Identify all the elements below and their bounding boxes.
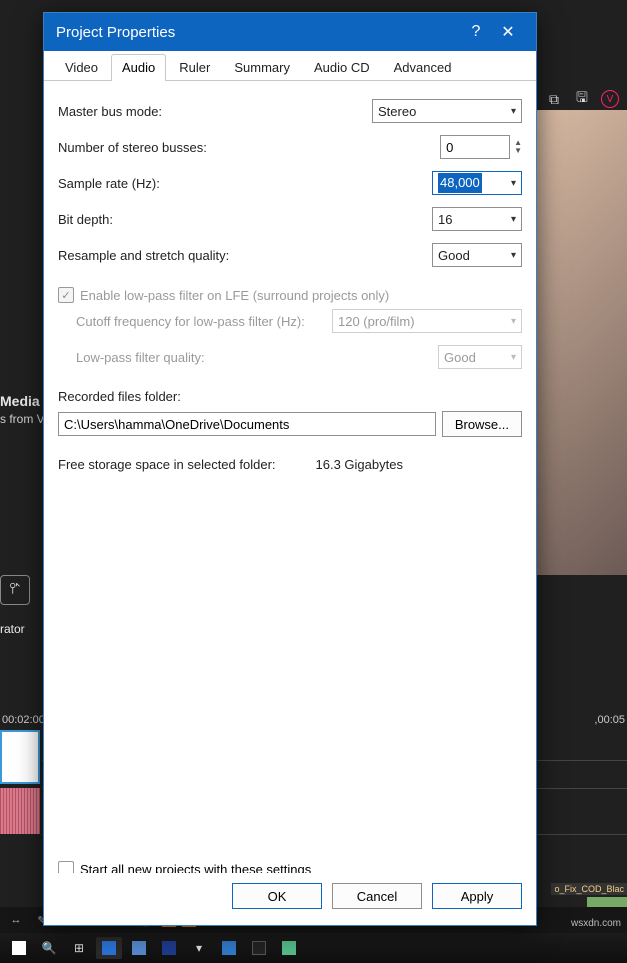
generator-label: rator (0, 622, 25, 636)
app-pinned[interactable]: ▾ (186, 937, 212, 959)
timeline-tick-right: ,00:05 (594, 714, 625, 726)
app-pinned[interactable] (126, 937, 152, 959)
tab-ruler[interactable]: Ruler (168, 54, 221, 81)
tab-audio-cd[interactable]: Audio CD (303, 54, 381, 81)
resample-value: Good (438, 248, 470, 263)
dialog-body: Master bus mode: Stereo ▾ Number of ster… (44, 81, 536, 532)
chevron-down-icon: ▾ (511, 316, 516, 327)
chevron-down-icon: ▾ (511, 250, 516, 261)
help-icon[interactable]: ? (460, 16, 492, 48)
dialog-title: Project Properties (56, 24, 175, 41)
timeline-tick-left: 00:02:00 (2, 714, 45, 726)
master-bus-combo[interactable]: Stereo ▾ (372, 99, 522, 123)
recorded-folder-label: Recorded files folder: (58, 389, 522, 404)
tabs-row: Video Audio Ruler Summary Audio CD Advan… (44, 51, 536, 81)
record-icon[interactable]: V (601, 90, 619, 108)
free-space-value: 16.3 Gigabytes (316, 457, 403, 472)
lfe-quality-label: Low-pass filter quality: (76, 350, 438, 365)
master-bus-value: Stereo (378, 104, 416, 119)
ok-button[interactable]: OK (232, 883, 322, 909)
lfe-quality-combo: Good ▾ (438, 345, 522, 369)
panel-title-media: Media (0, 393, 40, 409)
timeline-clip-wave[interactable] (0, 788, 40, 834)
bit-depth-combo[interactable]: 16 ▾ (432, 207, 522, 231)
app-pinned[interactable] (216, 937, 242, 959)
close-icon[interactable]: ✕ (492, 16, 524, 48)
chevron-down-icon: ▼ (514, 147, 522, 155)
taskbar: 🔍 ⊞ ▾ (0, 933, 627, 963)
tool-icon[interactable]: ↔ (6, 911, 26, 929)
chevron-down-icon: ▾ (511, 214, 516, 225)
lfe-enable-label: Enable low-pass filter on LFE (surround … (80, 288, 389, 303)
copy-icon[interactable]: ⧉ (545, 90, 563, 108)
chevron-down-icon: ▾ (511, 106, 516, 117)
dialog-titlebar: Project Properties ? ✕ (44, 13, 536, 51)
chevron-down-icon: ▾ (511, 178, 516, 189)
cancel-button[interactable]: Cancel (332, 883, 422, 909)
app-pinned[interactable] (96, 937, 122, 959)
browse-button[interactable]: Browse... (442, 411, 522, 437)
panel-sub: s from V (0, 412, 45, 426)
lfe-quality-value: Good (444, 350, 476, 365)
sample-rate-value: 48,000 (438, 173, 482, 193)
sample-rate-combo[interactable]: 48,000 ▾ (432, 171, 522, 195)
bit-depth-value: 16 (438, 212, 452, 227)
search-icon[interactable]: 🔍 (36, 937, 62, 959)
bit-depth-label: Bit depth: (58, 212, 432, 227)
start-icon[interactable] (6, 937, 32, 959)
lfe-cutoff-label: Cutoff frequency for low-pass filter (Hz… (76, 314, 332, 329)
lfe-enable-checkbox (58, 287, 74, 303)
lfe-enable-row: Enable low-pass filter on LFE (surround … (58, 287, 522, 303)
apply-button[interactable]: Apply (432, 883, 522, 909)
timeline-clip-thumb[interactable] (0, 730, 40, 784)
preview-frame (537, 110, 627, 575)
resample-label: Resample and stretch quality: (58, 248, 432, 263)
lfe-cutoff-combo: 120 (pro/film) ▾ (332, 309, 522, 333)
chevron-down-icon: ▾ (511, 352, 516, 363)
app-pinned[interactable] (276, 937, 302, 959)
tab-video[interactable]: Video (54, 54, 109, 81)
free-space-label: Free storage space in selected folder: (58, 457, 276, 472)
stereo-busses-input[interactable] (440, 135, 510, 159)
tab-advanced[interactable]: Advanced (383, 54, 463, 81)
taskview-icon[interactable]: ⊞ (66, 937, 92, 959)
tab-summary[interactable]: Summary (223, 54, 301, 81)
clip-name-right: o_Fix_COD_Blac (551, 883, 627, 895)
save-icon[interactable]: 🖫 (573, 90, 591, 108)
dialog-footer: OK Cancel Apply (44, 873, 536, 925)
lfe-cutoff-value: 120 (pro/film) (338, 314, 415, 329)
app-pinned[interactable] (156, 937, 182, 959)
resample-combo[interactable]: Good ▾ (432, 243, 522, 267)
top-right-icons: ⧉ 🖫 V (545, 90, 619, 108)
spin-arrows[interactable]: ▲▼ (514, 139, 522, 155)
generator-icon[interactable] (0, 575, 30, 605)
master-bus-label: Master bus mode: (58, 104, 372, 119)
project-properties-dialog: Project Properties ? ✕ Video Audio Ruler… (43, 12, 537, 926)
recorded-folder-input[interactable] (58, 412, 436, 436)
app-pinned[interactable] (246, 937, 272, 959)
sample-rate-label: Sample rate (Hz): (58, 176, 432, 191)
tab-audio[interactable]: Audio (111, 54, 166, 81)
watermark: wsxdn.com (571, 918, 621, 929)
stereo-busses-label: Number of stereo busses: (58, 140, 440, 155)
